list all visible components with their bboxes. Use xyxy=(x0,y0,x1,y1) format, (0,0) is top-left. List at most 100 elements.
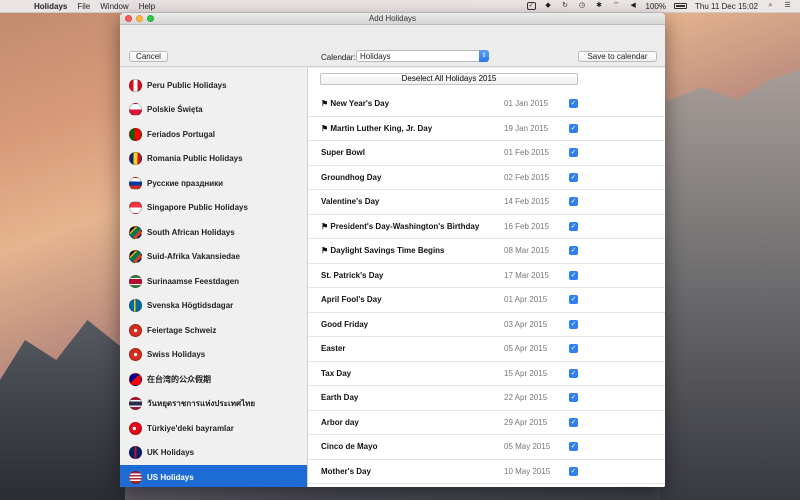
sidebar-item-label: Polskie Święta xyxy=(147,105,203,115)
sidebar-item[interactable]: Romania Public Holidays xyxy=(120,147,307,172)
holiday-checkbox[interactable]: ✓ xyxy=(569,368,578,378)
sidebar-item[interactable]: Peru Public Holidays xyxy=(120,73,307,98)
holiday-name: Super Bowl xyxy=(321,148,366,158)
holiday-checkbox[interactable]: ✓ xyxy=(569,393,578,403)
sidebar-item[interactable]: Polskie Święta xyxy=(120,98,307,123)
window-controls xyxy=(125,15,154,22)
holiday-checkbox[interactable]: ✓ xyxy=(569,417,578,427)
holiday-checkbox[interactable]: ✓ xyxy=(569,172,578,182)
holiday-name: ⚑ President's Day-Washington's Birthday xyxy=(321,221,480,231)
file-menu[interactable]: File xyxy=(77,2,90,11)
holiday-checkbox[interactable]: ✓ xyxy=(569,344,578,354)
menu-bar-status: ✓ ◆ ↻ ◷ ✱ ⌔ ◀ 100% Thu 11 Dec 15:02 ⌕ ☰ xyxy=(526,2,792,11)
sidebar-item[interactable]: Suid-Afrika Vakansiedae xyxy=(120,245,307,270)
sidebar-item[interactable]: Svenska Högtidsdagar xyxy=(120,294,307,319)
holiday-row: Valentine's Day 14 Feb 2015 ✓ xyxy=(308,190,665,215)
uk-flag-icon xyxy=(129,446,142,460)
chevron-updown-icon: ⇕ xyxy=(479,50,489,62)
sidebar-item[interactable]: Feriados Portugal xyxy=(120,122,307,147)
holiday-checkbox[interactable]: ✓ xyxy=(569,221,578,231)
calendar-select[interactable]: Holidays ⇕ xyxy=(356,50,489,62)
holiday-row: April Fool's Day 01 Apr 2015 ✓ xyxy=(308,288,665,313)
holiday-row: Easter 05 Apr 2015 ✓ xyxy=(308,337,665,362)
holiday-date: 17 Mar 2015 xyxy=(504,270,549,280)
singapore-flag-icon xyxy=(129,201,142,215)
sidebar-item[interactable]: 在台湾的公众假期 xyxy=(120,367,307,392)
deselect-all-button[interactable]: Deselect All Holidays 2015 xyxy=(320,73,578,85)
holiday-row: ⚑ New Year's Day 01 Jan 2015 ✓ xyxy=(308,92,665,117)
suriname-flag-icon xyxy=(129,274,142,288)
close-window-button[interactable] xyxy=(125,15,132,22)
cancel-button[interactable]: Cancel xyxy=(129,51,168,62)
battery-icon[interactable] xyxy=(673,3,687,9)
search-icon[interactable]: ⌕ xyxy=(766,2,775,10)
holiday-checkbox[interactable]: ✓ xyxy=(569,197,578,207)
wifi-icon[interactable]: ⌔ xyxy=(612,2,621,10)
time-machine-icon[interactable]: ◷ xyxy=(578,2,587,10)
help-menu[interactable]: Help xyxy=(139,2,155,11)
sidebar-item-label: Romania Public Holidays xyxy=(147,154,243,164)
sidebar-item[interactable]: UK Holidays xyxy=(120,441,307,466)
bluetooth-icon[interactable]: ✱ xyxy=(595,2,604,10)
sidebar-item-label: Surinaamse Feestdagen xyxy=(147,276,240,286)
sidebar-item[interactable]: Singapore Public Holidays xyxy=(120,196,307,221)
sidebar-item[interactable]: South African Holidays xyxy=(120,220,307,245)
holiday-name: Tax Day xyxy=(321,368,352,378)
sidebar-item[interactable]: Feiertage Schweiz xyxy=(120,318,307,343)
holiday-date: 01 Jan 2015 xyxy=(504,99,549,109)
switzerland-flag-icon xyxy=(129,348,142,362)
holiday-row: St. Patrick's Day 17 Mar 2015 ✓ xyxy=(308,264,665,288)
holiday-checkbox[interactable]: ✓ xyxy=(569,123,578,133)
holiday-name: Groundhog Day xyxy=(321,172,382,182)
holiday-checkbox[interactable]: ✓ xyxy=(569,148,578,158)
holiday-checkbox[interactable]: ✓ xyxy=(569,295,578,305)
window-menu[interactable]: Window xyxy=(100,2,128,11)
country-sidebar: Peru Public Holidays Polskie Święta Feriad… xyxy=(120,68,308,487)
minimize-window-button[interactable] xyxy=(136,15,143,22)
holiday-date: 01 Apr 2015 xyxy=(504,295,548,305)
holiday-date: 14 Feb 2015 xyxy=(504,197,549,207)
holiday-name: Mother's Day xyxy=(321,466,371,476)
sidebar-item[interactable]: Türkiye'deki bayramlar xyxy=(120,416,307,441)
calendar-label: Calendar: xyxy=(321,53,356,62)
holiday-checkbox[interactable]: ✓ xyxy=(569,442,578,452)
holiday-date: 08 Mar 2015 xyxy=(504,246,549,256)
app-menu[interactable]: Holidays xyxy=(34,2,67,11)
holidays-tray-icon[interactable]: ✓ xyxy=(526,2,536,10)
sidebar-item[interactable]: Surinaamse Feestdagen xyxy=(120,269,307,294)
holiday-name: Valentine's Day xyxy=(321,197,380,207)
sidebar-item[interactable]: US Holidays xyxy=(120,465,307,487)
clock[interactable]: Thu 11 Dec 15:02 xyxy=(695,2,758,11)
sidebar-item-label: 在台湾的公众假期 xyxy=(147,374,211,384)
holiday-checkbox[interactable]: ✓ xyxy=(569,246,578,256)
holiday-checkbox[interactable]: ✓ xyxy=(569,99,578,109)
holiday-date: 01 Feb 2015 xyxy=(504,148,549,158)
holiday-checkbox[interactable]: ✓ xyxy=(569,270,578,280)
holiday-row: Cinco de Mayo 05 May 2015 ✓ xyxy=(308,435,665,460)
holiday-name: ⚑ New Year's Day xyxy=(321,99,390,109)
notification-center-icon[interactable]: ☰ xyxy=(783,2,792,10)
desktop-mountain-right xyxy=(660,70,800,500)
dropbox-icon[interactable]: ◆ xyxy=(544,2,553,10)
south-africa-flag-icon xyxy=(129,225,142,239)
sidebar-item[interactable]: วันหยุดราชการแห่งประเทศไทย xyxy=(120,392,307,417)
sidebar-item-label: Swiss Holidays xyxy=(147,350,206,360)
sidebar-item[interactable]: Swiss Holidays xyxy=(120,343,307,368)
holiday-checkbox[interactable]: ✓ xyxy=(569,466,578,476)
sync-icon[interactable]: ↻ xyxy=(561,2,570,10)
volume-icon[interactable]: ◀ xyxy=(629,2,638,10)
sidebar-item-label: Türkiye'deki bayramlar xyxy=(147,423,234,433)
maximize-window-button[interactable] xyxy=(147,15,154,22)
save-to-calendar-button[interactable]: Save to calendar xyxy=(578,51,657,62)
holiday-name: Cinco de Mayo xyxy=(321,442,378,452)
holiday-name: ⚑ Daylight Savings Time Begins xyxy=(321,246,445,256)
romania-flag-icon xyxy=(129,152,142,166)
russia-flag-icon xyxy=(129,176,142,190)
holiday-row: Earth Day 22 Apr 2015 ✓ xyxy=(308,386,665,411)
sidebar-item-label: UK Holidays xyxy=(147,448,195,458)
add-holidays-window: Add Holidays Cancel Calendar: Holidays ⇕… xyxy=(120,13,665,487)
holiday-checkbox[interactable]: ✓ xyxy=(569,319,578,329)
sidebar-item[interactable]: Русские праздники xyxy=(120,171,307,196)
window-content: Peru Public Holidays Polskie Święta Feriad… xyxy=(120,68,665,487)
holiday-row: ⚑ President's Day-Washington's Birthday 1… xyxy=(308,215,665,239)
